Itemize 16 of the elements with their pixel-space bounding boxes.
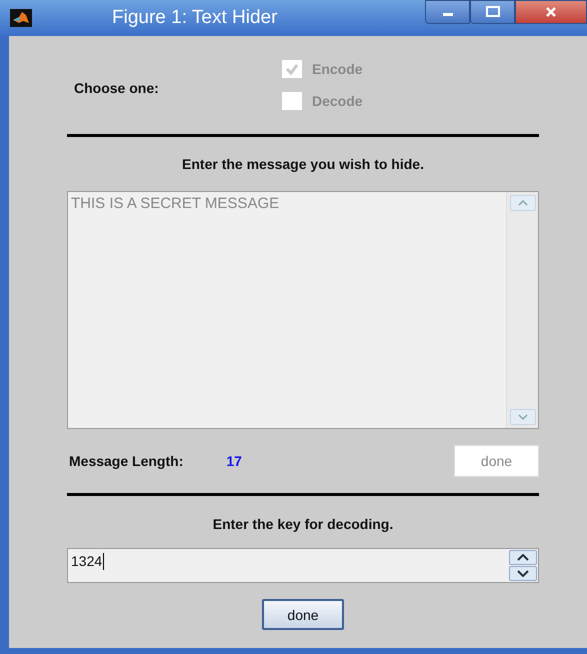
close-button[interactable] (515, 0, 587, 24)
maximize-icon (484, 6, 500, 18)
minimize-button[interactable] (425, 0, 470, 24)
spin-down-icon[interactable] (508, 566, 536, 581)
app-logo-icon (10, 9, 32, 27)
length-value: 17 (226, 453, 242, 469)
length-label: Message Length: (69, 453, 184, 469)
window-title: Figure 1: Text Hider (112, 7, 278, 29)
message-prompt: Enter the message you wish to hide. (181, 155, 425, 174)
key-field[interactable]: 1324 (67, 548, 539, 583)
choose-label: Choose one: (74, 80, 160, 96)
done-button[interactable]: done (262, 599, 344, 630)
maximize-button[interactable] (470, 0, 515, 24)
key-prompt: Enter the key for decoding. (212, 515, 394, 534)
spin-up-icon[interactable] (508, 550, 536, 565)
close-icon (544, 6, 558, 18)
